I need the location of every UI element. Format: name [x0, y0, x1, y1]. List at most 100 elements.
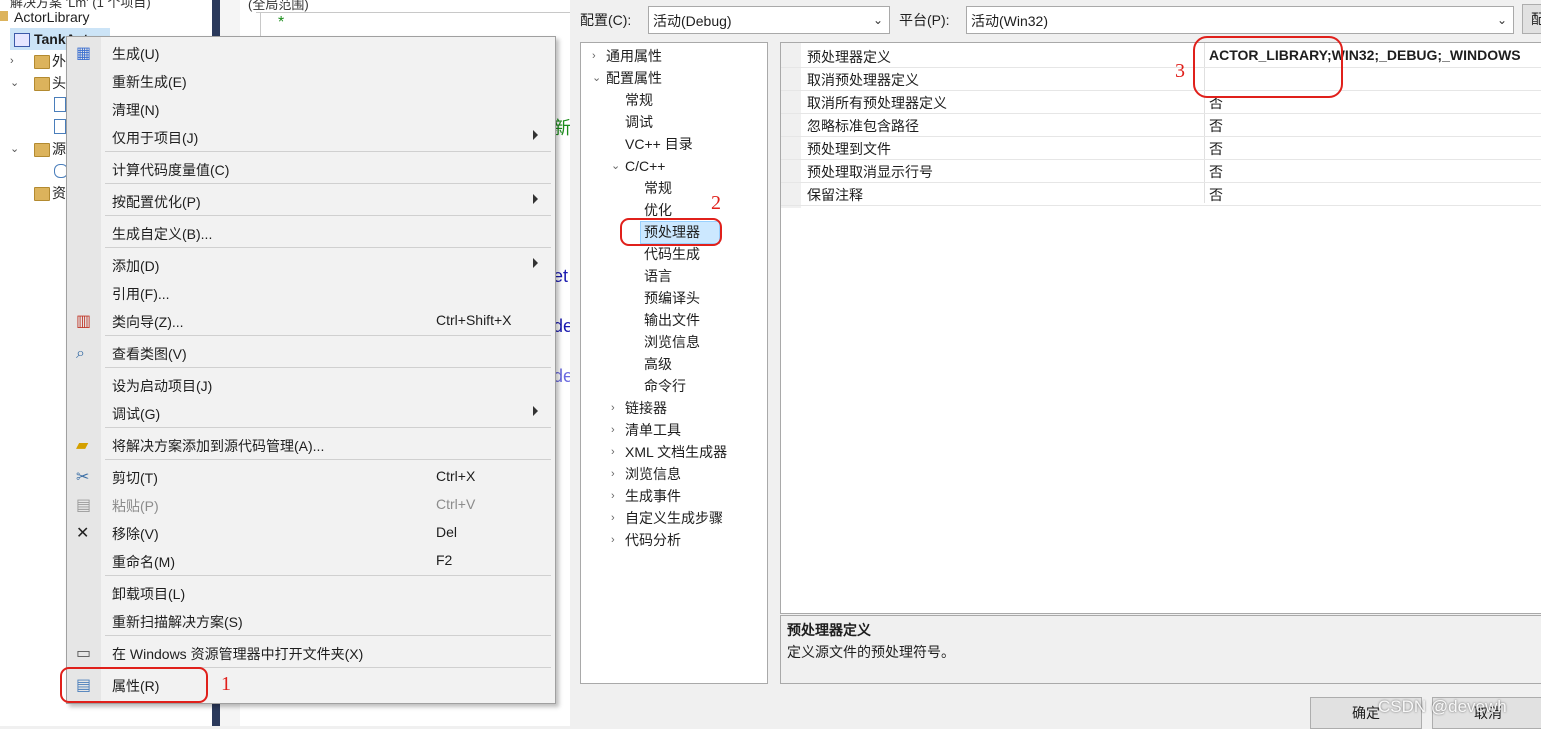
menu-item-label: 设为启动项目(J): [112, 378, 213, 394]
menu-item-label: 重新生成(E): [112, 74, 187, 90]
nav-item[interactable]: › 通用属性: [592, 46, 662, 66]
property-value[interactable]: 否: [1209, 139, 1223, 159]
nav-item[interactable]: 语言: [644, 266, 672, 286]
menu-item[interactable]: 仅用于项目(J): [67, 124, 555, 152]
property-row[interactable]: 取消预处理器定义: [781, 68, 1541, 91]
config-manager-button[interactable]: 配: [1522, 4, 1541, 34]
nav-item[interactable]: › XML 文档生成器: [611, 442, 727, 462]
remove-icon: ✕: [76, 525, 90, 542]
menu-item[interactable]: ✕ 移除(V) Del: [67, 520, 555, 548]
config-dropdown[interactable]: 活动(Debug) ⌄: [648, 6, 890, 34]
menu-item[interactable]: 重新生成(E): [67, 68, 555, 96]
chevron-right-icon[interactable]: ›: [592, 46, 596, 66]
nav-item[interactable]: 预编译头: [644, 288, 700, 308]
nav-item[interactable]: › 代码分析: [611, 530, 681, 550]
property-row[interactable]: 预处理取消显示行号 否: [781, 160, 1541, 183]
property-row[interactable]: 保留注释 否: [781, 183, 1541, 206]
menu-item-label: 生成(U): [112, 46, 160, 62]
nav-item[interactable]: › 自定义生成步骤: [611, 508, 723, 528]
menu-item-shortcut: Ctrl+Shift+X: [436, 312, 512, 328]
menu-item[interactable]: 调试(G): [67, 400, 555, 428]
property-row[interactable]: 忽略标准包含路径 否: [781, 114, 1541, 137]
chevron-down-icon[interactable]: ⌄: [10, 72, 19, 94]
property-name: 取消预处理器定义: [807, 72, 919, 88]
add-source-control-icon: ▰: [76, 437, 89, 454]
menu-item[interactable]: 重命名(M) F2: [67, 548, 555, 576]
menu-item[interactable]: 设为启动项目(J): [67, 372, 555, 400]
menu-item-label: 引用(F)...: [112, 286, 170, 302]
menu-item[interactable]: 生成自定义(B)...: [67, 220, 555, 248]
property-value[interactable]: 否: [1209, 162, 1223, 182]
chevron-down-icon[interactable]: ⌄: [10, 138, 19, 160]
nav-item[interactable]: 常规: [625, 90, 653, 110]
menu-item[interactable]: 按配置优化(P): [67, 188, 555, 216]
nav-item[interactable]: › 链接器: [611, 398, 667, 418]
menu-item[interactable]: ▦ 生成(U): [67, 40, 555, 68]
nav-item-label: VC++ 目录: [625, 136, 693, 152]
nav-item[interactable]: 代码生成: [644, 244, 700, 264]
nav-item[interactable]: 常规: [644, 178, 672, 198]
menu-item[interactable]: ⌕ 查看类图(V): [67, 340, 555, 368]
menu-item[interactable]: ▭ 在 Windows 资源管理器中打开文件夹(X): [67, 640, 555, 668]
nav-item[interactable]: › 清单工具: [611, 420, 681, 440]
divider: [256, 12, 570, 13]
menu-item-label: 查看类图(V): [112, 346, 187, 362]
chevron-down-icon[interactable]: ⌄: [592, 68, 601, 88]
header-file-icon[interactable]: [54, 119, 66, 134]
nav-item[interactable]: 优化: [644, 200, 672, 220]
annotation-number-1: 1: [221, 673, 231, 695]
nav-item[interactable]: ⌄ 配置属性: [592, 68, 662, 88]
property-value[interactable]: 否: [1209, 185, 1223, 205]
chevron-right-icon[interactable]: ›: [611, 464, 615, 484]
nav-item[interactable]: 浏览信息: [644, 332, 700, 352]
watermark: CSDN @devewh: [1378, 697, 1507, 716]
menu-item[interactable]: ▤ 粘贴(P) Ctrl+V: [67, 492, 555, 520]
nav-item[interactable]: 输出文件: [644, 310, 700, 330]
property-row[interactable]: 取消所有预处理器定义否: [781, 91, 1541, 114]
nav-item-label: 语言: [644, 268, 672, 284]
menu-item[interactable]: 清理(N): [67, 96, 555, 124]
menu-item[interactable]: ▥ 类向导(Z)... Ctrl+Shift+X: [67, 308, 555, 336]
nav-item-label: 调试: [625, 114, 653, 130]
menu-item-label: 重新扫描解决方案(S): [112, 614, 243, 630]
chevron-down-icon[interactable]: ⌄: [611, 156, 620, 176]
annotation-number-2: 2: [711, 192, 721, 214]
chevron-right-icon[interactable]: ›: [611, 420, 615, 440]
nav-item[interactable]: › 生成事件: [611, 486, 681, 506]
chevron-right-icon[interactable]: ›: [611, 508, 615, 528]
nav-item-label: 命令行: [644, 378, 686, 394]
menu-item-label: 卸载项目(L): [112, 586, 186, 602]
build-icon: ▦: [76, 45, 92, 62]
menu-item[interactable]: 重新扫描解决方案(S): [67, 608, 555, 636]
menu-item[interactable]: 添加(D): [67, 252, 555, 280]
chevron-right-icon[interactable]: ›: [611, 486, 615, 506]
nav-item[interactable]: ⌄ C/C++: [611, 156, 665, 176]
header-file-icon[interactable]: [54, 97, 66, 112]
menu-item[interactable]: 卸载项目(L): [67, 580, 555, 608]
menu-item-shortcut: F2: [436, 552, 453, 568]
chevron-right-icon[interactable]: ›: [611, 530, 615, 550]
menu-item[interactable]: 计算代码度量值(C): [67, 156, 555, 184]
menu-item[interactable]: ✂ 剪切(T) Ctrl+X: [67, 464, 555, 492]
nav-item-label: 通用属性: [606, 48, 662, 64]
chevron-right-icon[interactable]: ›: [611, 442, 615, 462]
nav-item-label: 清单工具: [625, 422, 681, 438]
chevron-right-icon[interactable]: ›: [10, 50, 14, 72]
property-row[interactable]: 预处理到文件 否: [781, 137, 1541, 160]
property-value[interactable]: 否: [1209, 116, 1223, 136]
property-row[interactable]: 预处理器定义 ACTOR_LIBRARY;WIN32;_DEBUG;_WINDOW…: [781, 45, 1541, 68]
menu-item[interactable]: ▰ 将解决方案添加到源代码管理(A)...: [67, 432, 555, 460]
menu-item-label: 仅用于项目(J): [112, 130, 199, 146]
nav-item[interactable]: 高级: [644, 354, 672, 374]
submenu-arrow-icon: [533, 258, 538, 268]
chevron-right-icon[interactable]: ›: [611, 398, 615, 418]
nav-item-label: 输出文件: [644, 312, 700, 328]
context-menu: ▦ 生成(U) 重新生成(E) 清理(N) 仅用于项目(J) 计算代码度量值(C) 按配置优…: [66, 36, 556, 704]
nav-item[interactable]: 命令行: [644, 376, 686, 396]
menu-item[interactable]: 引用(F)...: [67, 280, 555, 308]
nav-item-label: 优化: [644, 202, 672, 218]
nav-item[interactable]: 调试: [625, 112, 653, 132]
platform-dropdown[interactable]: 活动(Win32) ⌄: [966, 6, 1514, 34]
nav-item[interactable]: VC++ 目录: [625, 134, 693, 154]
nav-item[interactable]: › 浏览信息: [611, 464, 681, 484]
